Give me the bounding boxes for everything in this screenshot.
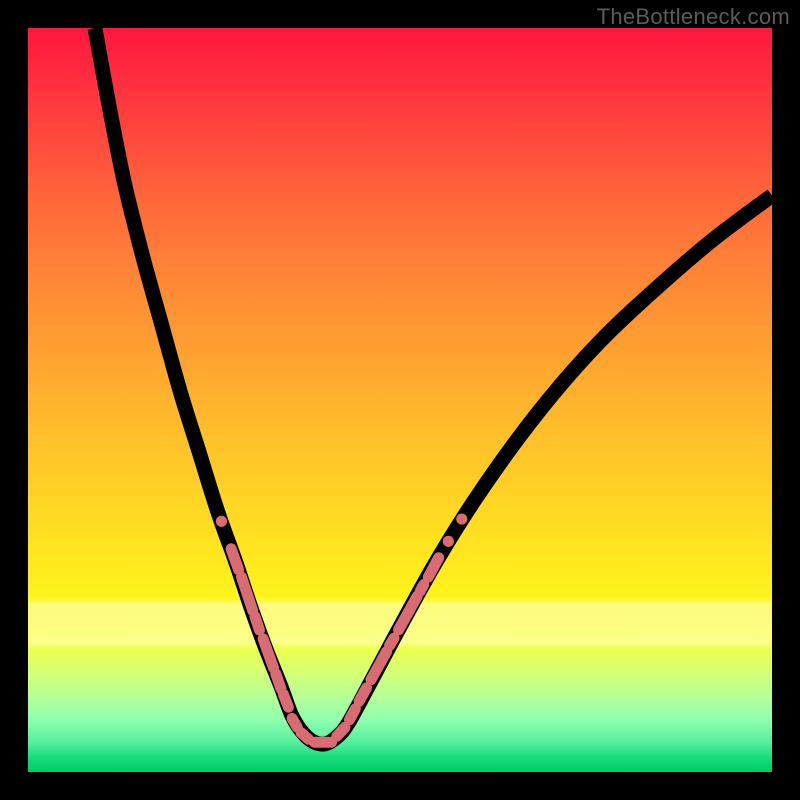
bead-segment xyxy=(231,549,238,570)
bead-segment xyxy=(390,638,394,645)
bead-segment xyxy=(371,651,387,679)
bead-overlay xyxy=(216,513,467,742)
bead-segment xyxy=(420,585,424,592)
plot-area xyxy=(28,28,772,772)
curve-path xyxy=(95,28,772,744)
bead-dot xyxy=(216,516,227,527)
bead-segment xyxy=(255,617,259,630)
bead-segment xyxy=(276,674,281,689)
bead-segment xyxy=(359,688,366,701)
bead-dot xyxy=(443,536,454,547)
stage: TheBottleneck.com xyxy=(0,0,800,800)
curve-svg xyxy=(28,28,772,772)
bead-segment xyxy=(337,727,345,736)
bead-segment xyxy=(349,709,355,720)
watermark-text: TheBottleneck.com xyxy=(597,4,790,30)
bead-segment xyxy=(283,694,288,707)
bead-segment xyxy=(301,733,308,740)
bead-dot xyxy=(456,513,467,524)
bead-segment xyxy=(292,718,297,727)
